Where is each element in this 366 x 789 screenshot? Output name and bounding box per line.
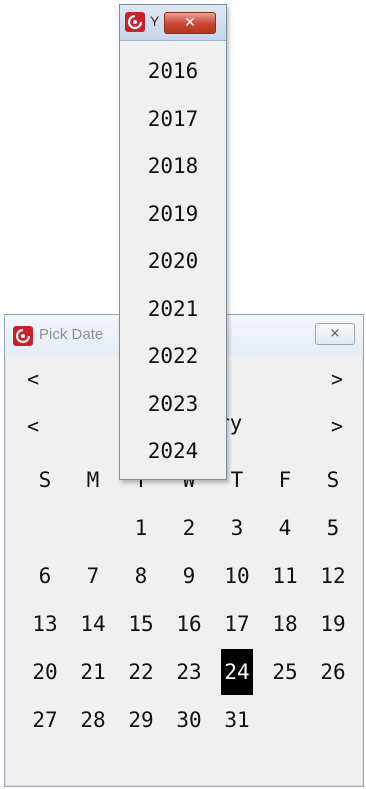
empty-cell <box>21 504 69 552</box>
popup-title: Y <box>150 13 160 29</box>
day-cell[interactable]: 26 <box>309 648 357 696</box>
day-cell[interactable]: 30 <box>165 696 213 744</box>
day-number: 12 <box>320 564 346 588</box>
weekday-header: S <box>326 468 340 492</box>
day-number: 2 <box>182 516 196 540</box>
day-number: 11 <box>272 564 298 588</box>
year-item[interactable]: 2019 <box>120 191 226 239</box>
day-number: 6 <box>38 564 52 588</box>
day-number: 30 <box>176 708 202 732</box>
close-icon: ✕ <box>184 15 196 31</box>
day-cell[interactable]: 20 <box>21 648 69 696</box>
day-cell[interactable]: 29 <box>117 696 165 744</box>
day-number: 21 <box>80 660 106 684</box>
day-number: 5 <box>326 516 340 540</box>
weekday-header: M <box>86 468 100 492</box>
day-number: 13 <box>32 612 58 636</box>
day-number: 1 <box>134 516 148 540</box>
day-number: 29 <box>128 708 154 732</box>
prev-month-button[interactable]: < <box>23 414 43 438</box>
year-item[interactable]: 2024 <box>120 428 226 476</box>
year-item[interactable]: 2022 <box>120 333 226 381</box>
day-number: 8 <box>134 564 148 588</box>
day-cell[interactable]: 3 <box>213 504 261 552</box>
close-button[interactable]: ⨯ <box>315 323 355 345</box>
day-number: 7 <box>86 564 100 588</box>
year-item[interactable]: 2021 <box>120 286 226 334</box>
day-number: 15 <box>128 612 154 636</box>
calendar-grid: S M T W T F S 1 2 3 4 5 6 7 8 9 10 11 12 13 14 15 16 17 18 19 20 21… <box>21 456 357 744</box>
day-cell[interactable]: 22 <box>117 648 165 696</box>
day-cell[interactable]: 17 <box>213 600 261 648</box>
app-logo-icon <box>13 326 33 346</box>
day-cell[interactable]: 19 <box>309 600 357 648</box>
day-number: 19 <box>320 612 346 636</box>
day-cell[interactable]: 15 <box>117 600 165 648</box>
day-cell[interactable]: 16 <box>165 600 213 648</box>
year-list: 2016 2017 2018 2019 2020 2021 2022 2023 2024 <box>120 48 226 476</box>
day-cell[interactable]: 1 <box>117 504 165 552</box>
day-number: 17 <box>224 612 250 636</box>
day-cell[interactable]: 27 <box>21 696 69 744</box>
year-item[interactable]: 2020 <box>120 238 226 286</box>
day-cell[interactable]: 6 <box>21 552 69 600</box>
day-number: 18 <box>272 612 298 636</box>
day-cell[interactable]: 21 <box>69 648 117 696</box>
day-number: 24 <box>221 649 253 695</box>
next-year-button[interactable]: > <box>327 367 347 391</box>
day-cell[interactable]: 18 <box>261 600 309 648</box>
day-cell[interactable]: 12 <box>309 552 357 600</box>
year-item[interactable]: 2016 <box>120 48 226 96</box>
year-popup-titlebar[interactable]: Y ✕ <box>120 5 226 41</box>
day-cell[interactable]: 25 <box>261 648 309 696</box>
day-cell[interactable]: 10 <box>213 552 261 600</box>
app-logo-icon <box>125 12 145 32</box>
day-number: 3 <box>230 516 244 540</box>
popup-close-button[interactable]: ✕ <box>164 12 216 34</box>
day-cell[interactable]: 13 <box>21 600 69 648</box>
day-cell[interactable]: 31 <box>213 696 261 744</box>
day-number: 26 <box>320 660 346 684</box>
weekday-header: S <box>38 468 52 492</box>
day-number: 20 <box>32 660 58 684</box>
day-number: 4 <box>278 516 292 540</box>
prev-year-button[interactable]: < <box>23 367 43 391</box>
year-picker-popup: Y ✕ 2016 2017 2018 2019 2020 2021 2022 2023 2024 <box>119 4 227 480</box>
day-cell[interactable]: 5 <box>309 504 357 552</box>
day-number: 31 <box>224 708 250 732</box>
day-number: 14 <box>80 612 106 636</box>
day-number: 16 <box>176 612 202 636</box>
day-number: 22 <box>128 660 154 684</box>
empty-cell <box>69 504 117 552</box>
day-cell[interactable]: 9 <box>165 552 213 600</box>
day-number: 27 <box>32 708 58 732</box>
day-number: 25 <box>272 660 298 684</box>
year-item[interactable]: 2023 <box>120 381 226 429</box>
weekday-header: F <box>278 468 292 492</box>
day-cell[interactable]: 28 <box>69 696 117 744</box>
day-number: 10 <box>224 564 250 588</box>
next-month-button[interactable]: > <box>327 414 347 438</box>
day-cell[interactable]: 14 <box>69 600 117 648</box>
day-number: 23 <box>176 660 202 684</box>
day-cell[interactable]: 7 <box>69 552 117 600</box>
year-item[interactable]: 2017 <box>120 96 226 144</box>
day-cell[interactable]: 8 <box>117 552 165 600</box>
selected-day[interactable]: 24 <box>213 648 261 696</box>
day-cell[interactable]: 4 <box>261 504 309 552</box>
day-cell[interactable]: 23 <box>165 648 213 696</box>
close-icon: ⨯ <box>329 326 341 341</box>
window-title: Pick Date <box>39 326 104 343</box>
day-cell[interactable]: 11 <box>261 552 309 600</box>
day-cell[interactable]: 2 <box>165 504 213 552</box>
year-item[interactable]: 2018 <box>120 143 226 191</box>
day-number: 28 <box>80 708 106 732</box>
day-number: 9 <box>182 564 196 588</box>
